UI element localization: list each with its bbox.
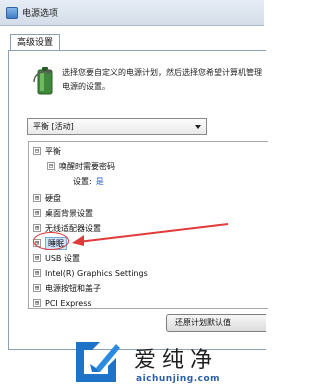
tree-item-label: 唤醒时需要密码 (59, 161, 115, 171)
power-options-icon (6, 6, 18, 19)
tree-item-setting-value[interactable]: 设置: 是 (73, 174, 104, 188)
tree-item-label: Intel(R) Graphics Settings (45, 268, 148, 278)
expand-icon[interactable]: ⊞ (33, 254, 41, 262)
tree-item-desktop-background[interactable]: ⊞ 桌面背景设置 (33, 206, 93, 220)
power-plan-select-value: 平衡 [活动] (33, 122, 74, 131)
tree-item-hard-disk[interactable]: ⊞ 硬盘 (33, 191, 61, 205)
collapse-icon[interactable]: ⊟ (47, 162, 55, 170)
tree-item-power-buttons-lid[interactable]: ⊞ 电源按钮和盖子 (33, 281, 101, 295)
expand-icon[interactable]: ⊞ (33, 224, 41, 232)
annotation-arrow-icon (72, 223, 229, 246)
tab-advanced-settings[interactable]: 高级设置 (10, 34, 61, 51)
setting-value-link[interactable]: 是 (96, 176, 104, 187)
expand-icon[interactable]: ⊞ (33, 299, 41, 307)
battery-plan-icon (33, 67, 53, 95)
expand-icon[interactable]: ⊞ (33, 269, 41, 277)
tree-item-label: 硬盘 (45, 193, 61, 203)
tree-item-usb-settings[interactable]: ⊞ USB 设置 (33, 251, 80, 265)
collapse-icon[interactable]: ⊟ (33, 147, 41, 155)
tree-item-label: 电源按钮和盖子 (45, 283, 101, 293)
tree-item-intel-graphics[interactable]: ⊞ Intel(R) Graphics Settings (33, 266, 148, 280)
tree-item-pci-express[interactable]: ⊞ PCI Express (33, 296, 92, 308)
expand-icon[interactable]: ⊞ (33, 209, 41, 217)
tree-item-balanced[interactable]: ⊟ 平衡 (33, 144, 61, 158)
watermark-url: aichunjing.com (136, 374, 221, 384)
watermark-logo-icon (76, 342, 120, 382)
tree-item-wake-password[interactable]: ⊟ 唤醒时需要密码 (47, 159, 115, 173)
tab-strip: 高级设置 (10, 34, 61, 51)
restore-defaults-button[interactable]: 还原计划默认值 (166, 314, 266, 332)
setting-label: 设置: (73, 176, 92, 186)
tree-item-label: 桌面背景设置 (45, 208, 93, 218)
chevron-down-icon (195, 124, 201, 129)
tree-item-label: USB 设置 (45, 253, 80, 263)
tree-item-label: PCI Express (45, 298, 92, 308)
plan-description: 选择您要自定义的电源计划，然后选择您希望计算机管理电源的设置。 (62, 68, 262, 91)
tree-item-label: 平衡 (45, 146, 61, 156)
expand-icon[interactable]: ⊞ (33, 194, 41, 202)
highlight-ellipse (33, 232, 69, 250)
window-title: 电源选项 (22, 9, 59, 19)
window-titlebar: 电源选项 (0, 0, 264, 26)
expand-icon[interactable]: ⊞ (33, 284, 41, 292)
watermark-text: 爱纯净 (134, 348, 219, 373)
watermark: 爱纯净 aichunjing.com (70, 336, 266, 391)
power-plan-select[interactable]: 平衡 [活动] (27, 118, 207, 135)
